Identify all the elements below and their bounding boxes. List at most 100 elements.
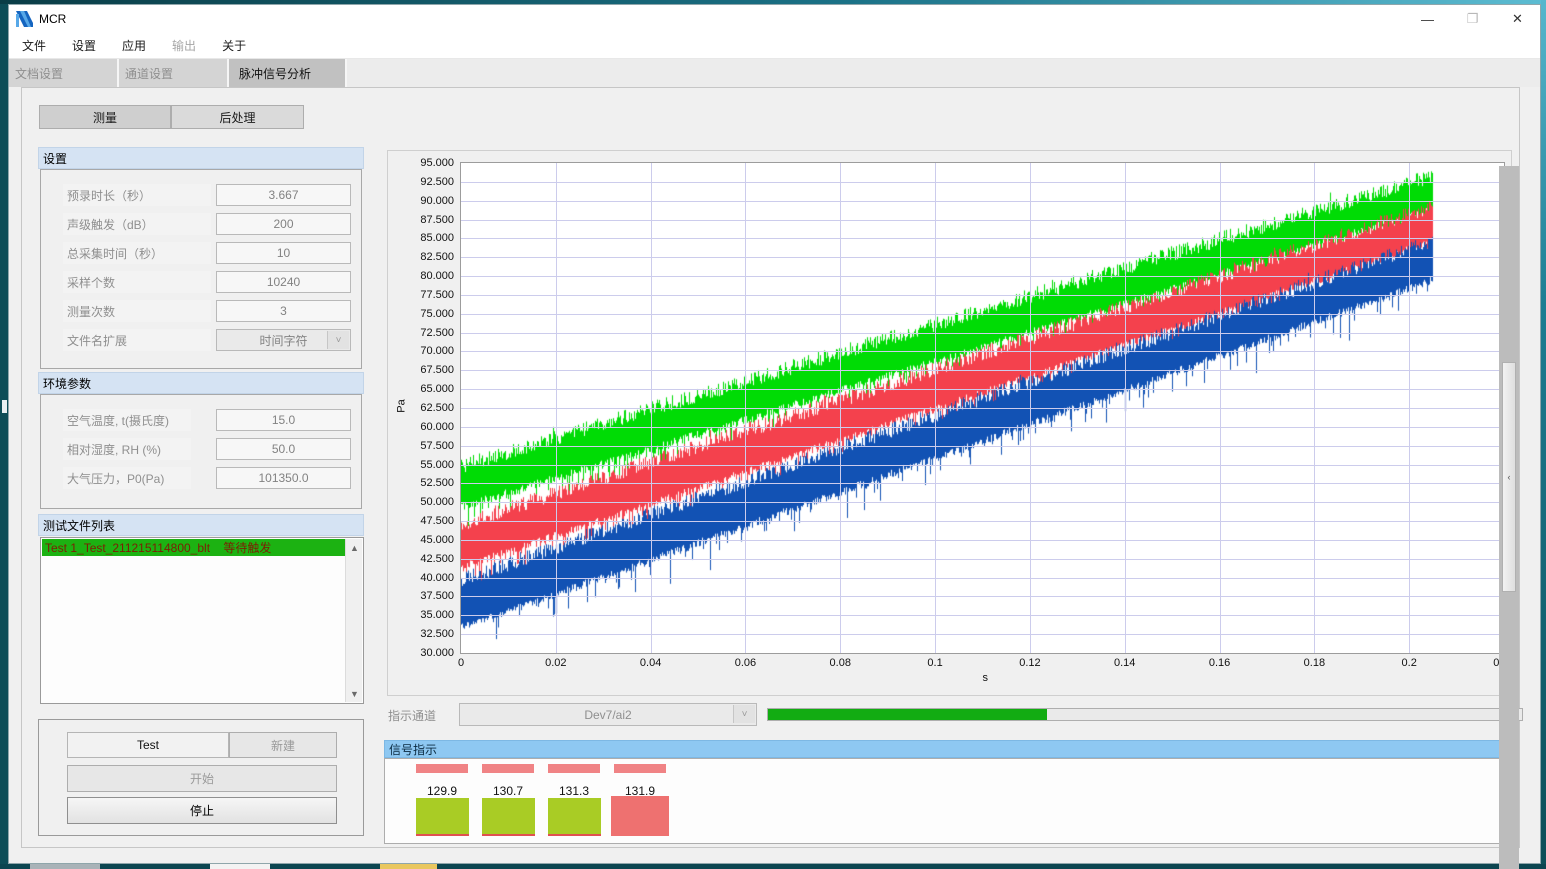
chevron-down-icon: ˅ <box>733 705 755 723</box>
file-list-header: 测试文件列表 <box>38 514 364 536</box>
tab-page: 测量 后处理 设置 预录时长（秒）3.667声级触发（dB）200总采集时间（秒… <box>21 87 1520 848</box>
signal-status-block <box>416 798 469 836</box>
signal-level-bar <box>548 764 600 773</box>
field-input[interactable]: 10 <box>216 242 351 264</box>
field-label: 测量次数 <box>63 300 211 322</box>
y-tick-label: 92.500 <box>420 176 454 188</box>
taskbar-fragment <box>380 864 437 869</box>
y-tick-label: 57.500 <box>420 440 454 452</box>
measure-button[interactable]: 测量 <box>39 105 171 129</box>
y-tick-label: 82.500 <box>420 251 454 263</box>
signal-chart: Pa s 95.00092.50090.00087.50085.00082.50… <box>387 150 1512 696</box>
stop-button[interactable]: 停止 <box>67 797 337 824</box>
signal-status-block <box>482 798 535 836</box>
y-tick-label: 75.000 <box>420 308 454 320</box>
minimize-button[interactable]: — <box>1405 5 1450 33</box>
h-gridline <box>461 521 1504 522</box>
h-gridline <box>461 333 1504 334</box>
y-tick-label: 95.000 <box>420 157 454 169</box>
acquisition-progress-bar <box>767 708 1523 721</box>
y-tick-label: 80.000 <box>420 270 454 282</box>
maximize-button[interactable]: ❐ <box>1450 5 1495 33</box>
y-tick-label: 42.500 <box>420 553 454 565</box>
taskbar-fragment <box>210 864 270 869</box>
field-row: 总采集时间（秒）10 <box>41 242 361 264</box>
h-gridline <box>461 502 1504 503</box>
tab-channel-settings[interactable]: 通道设置 <box>119 59 229 87</box>
field-label: 空气温度, t(摄氏度) <box>63 409 191 431</box>
file-list-item[interactable]: Test 1_Test_211215114800_blt 等待触发 <box>42 539 345 556</box>
v-gridline <box>935 163 936 653</box>
signal-traces <box>461 163 1506 655</box>
field-input[interactable]: 50.0 <box>216 438 351 460</box>
test-file-list[interactable]: ▲ ▼ Test 1_Test_211215114800_blt 等待触发 <box>40 537 364 704</box>
h-gridline <box>461 276 1504 277</box>
v-gridline <box>1030 163 1031 653</box>
y-tick-label: 55.000 <box>420 459 454 471</box>
run-controls-group: Test 新建 开始 停止 <box>38 719 364 836</box>
field-dropdown[interactable]: 时间字符˅ <box>216 329 351 351</box>
y-tick-label: 70.000 <box>420 345 454 357</box>
indicator-channel-dropdown[interactable]: Dev7/ai2 ˅ <box>459 703 757 726</box>
h-gridline <box>461 238 1504 239</box>
tab-document-settings[interactable]: 文档设置 <box>9 59 119 87</box>
y-tick-label: 77.500 <box>420 289 454 301</box>
x-tick-label: 0 <box>458 657 464 669</box>
y-tick-label: 52.500 <box>420 477 454 489</box>
x-tick-label: 0.18 <box>1304 657 1325 669</box>
tab-bar: 文档设置 通道设置 脉冲信号分析 <box>9 59 1540 87</box>
v-gridline <box>1125 163 1126 653</box>
file-list-scrollbar[interactable]: ▲ ▼ <box>345 539 362 702</box>
field-label: 文件名扩展 <box>63 329 211 351</box>
field-row: 大气压力，P0(Pa) 101350.0 <box>41 467 361 489</box>
field-input[interactable]: 15.0 <box>216 409 351 431</box>
x-tick-label: 0.12 <box>1019 657 1040 669</box>
y-tick-label: 67.500 <box>420 364 454 376</box>
x-axis-label: s <box>983 672 989 684</box>
desktop-edge-left <box>0 0 8 869</box>
field-input[interactable]: 10240 <box>216 271 351 293</box>
field-label: 大气压力，P0(Pa) <box>63 467 191 489</box>
field-row: 相对湿度, RH (%)50.0 <box>41 438 361 460</box>
h-gridline <box>461 408 1504 409</box>
signal-indicator: 130.7 <box>479 759 537 845</box>
menu-settings[interactable]: 设置 <box>59 37 109 54</box>
close-button[interactable]: ✕ <box>1495 5 1540 33</box>
settings-group-header: 设置 <box>38 147 364 169</box>
field-input[interactable]: 3.667 <box>216 184 351 206</box>
new-button: 新建 <box>229 732 337 758</box>
x-tick-label: 0.08 <box>830 657 851 669</box>
y-tick-label: 37.500 <box>420 590 454 602</box>
h-gridline <box>461 483 1504 484</box>
scroll-up-icon[interactable]: ▲ <box>346 539 363 556</box>
desktop-edge-right <box>1541 0 1546 869</box>
test-name-input[interactable]: Test <box>67 732 229 758</box>
y-tick-label: 40.000 <box>420 572 454 584</box>
environment-group: 空气温度, t(摄氏度) 15.0 相对湿度, RH (%)50.0 大气压力，P0(… <box>40 394 362 509</box>
start-button: 开始 <box>67 765 337 792</box>
menu-about[interactable]: 关于 <box>209 37 259 54</box>
h-gridline <box>461 427 1504 428</box>
x-tick-label: 0.06 <box>735 657 756 669</box>
signal-status-block <box>548 798 601 836</box>
x-tick-label: 0.2 <box>1402 657 1417 669</box>
h-gridline <box>461 182 1504 183</box>
postprocess-button[interactable]: 后处理 <box>171 105 304 129</box>
field-row: 声级触发（dB）200 <box>41 213 361 235</box>
title-bar[interactable]: MCR — ❐ ✕ <box>9 5 1540 33</box>
tab-pulse-signal-analysis[interactable]: 脉冲信号分析 <box>229 59 347 87</box>
field-input[interactable]: 3 <box>216 300 351 322</box>
field-input[interactable]: 200 <box>216 213 351 235</box>
scroll-down-icon[interactable]: ▼ <box>346 685 363 702</box>
settings-group: 预录时长（秒）3.667声级触发（dB）200总采集时间（秒）10采样个数102… <box>40 169 362 369</box>
y-tick-label: 50.000 <box>420 496 454 508</box>
progress-fill <box>768 709 1047 720</box>
app-window: MCR — ❐ ✕ 文件 设置 应用 输出 关于 文档设置 通道设置 脉冲信号分… <box>8 4 1541 864</box>
h-gridline <box>461 351 1504 352</box>
menu-apply[interactable]: 应用 <box>109 37 159 54</box>
splitter-handle[interactable]: ‹ <box>1502 362 1516 592</box>
field-input[interactable]: 101350.0 <box>216 467 351 489</box>
y-tick-label: 72.500 <box>420 327 454 339</box>
menu-file[interactable]: 文件 <box>9 37 59 54</box>
side-splitter: ‹ <box>1499 166 1519 869</box>
